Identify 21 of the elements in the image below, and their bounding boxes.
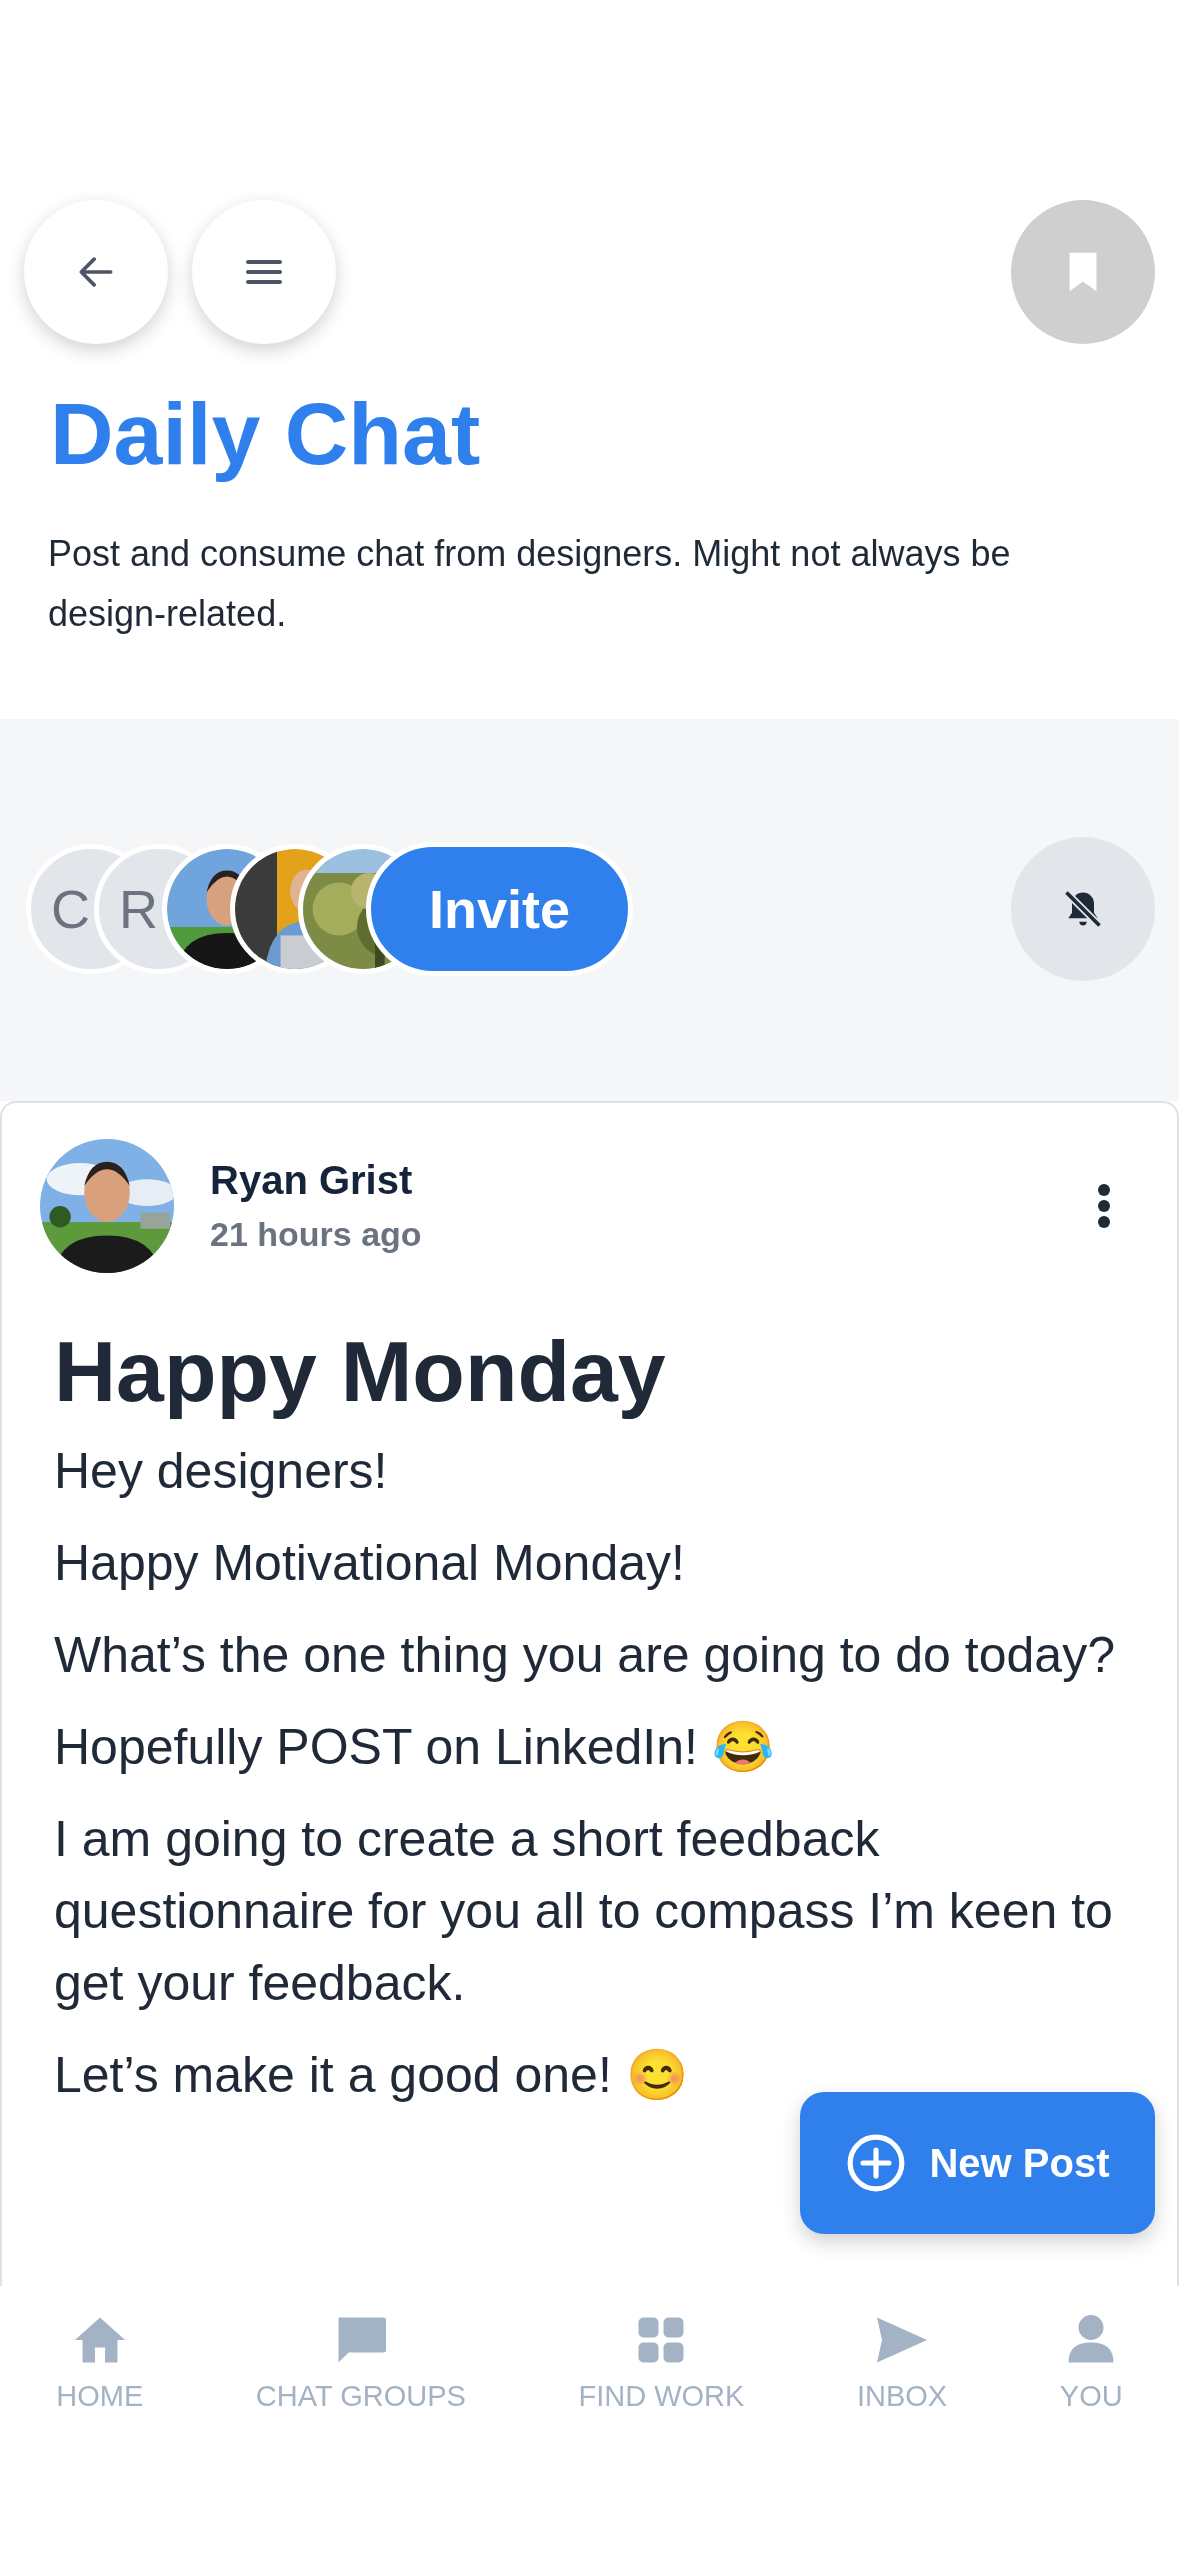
- nav-tab[interactable]: CHAT GROUPS: [255, 2310, 466, 2413]
- more-icon[interactable]: [1097, 1183, 1111, 1229]
- post-paragraph: Hey designers!: [54, 1442, 389, 1501]
- nav-tab[interactable]: HOME: [56, 2310, 144, 2413]
- member-initials: C: [51, 878, 90, 940]
- page-description: Post and consume chat from designers. Might not always be design-related.: [48, 532, 1012, 636]
- nav-tab[interactable]: FIND WORK: [578, 2310, 745, 2413]
- post-title: Happy Monday: [54, 1322, 667, 1421]
- author-name[interactable]: Ryan Grist: [210, 1158, 422, 1203]
- nav-tab[interactable]: INBOX: [856, 2310, 948, 2413]
- new-post-button[interactable]: New Post: [800, 2092, 1155, 2234]
- member-initials: R: [119, 878, 158, 940]
- invite-button[interactable]: Invite: [366, 842, 634, 976]
- post-paragraph: Let’s make it a good one! 😊: [54, 2046, 689, 2105]
- post-paragraph: Hopefully POST on LinkedIn! 😂: [54, 1718, 775, 1777]
- nav-tab[interactable]: YOU: [1059, 2310, 1123, 2413]
- page-title: Daily Chat: [50, 384, 482, 484]
- post-paragraph: What’s the one thing you are going to do today?: [54, 1626, 1116, 1685]
- post-paragraph: Happy Motivational Monday!: [54, 1534, 686, 1593]
- post-time: 21 hours ago: [210, 1215, 422, 1254]
- post-paragraph: I am going to create a short feedback questionnaire for you all to compass I’m keen to get your feedback.: [54, 1810, 1114, 2013]
